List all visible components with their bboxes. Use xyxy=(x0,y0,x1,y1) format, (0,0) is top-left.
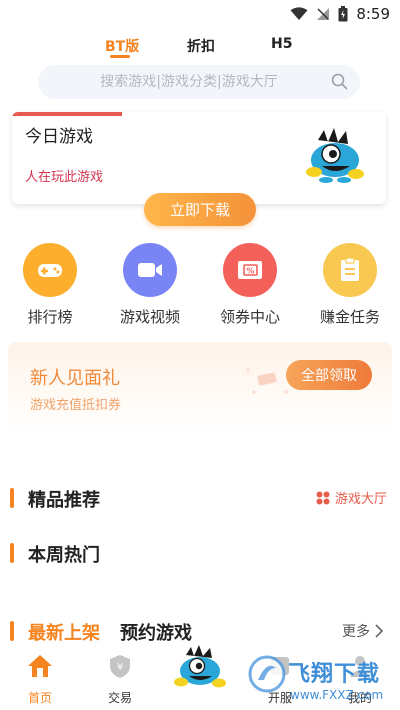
svg-text:%: % xyxy=(246,267,254,276)
tab-reserve-game[interactable]: 预约游戏 xyxy=(120,619,192,645)
svg-text:¥: ¥ xyxy=(117,662,123,673)
section-new-release: 最新上架 预约游戏 xyxy=(10,619,250,645)
search-icon[interactable] xyxy=(331,73,348,90)
mascot-center-icon[interactable] xyxy=(172,645,228,691)
chevron-right-icon xyxy=(375,624,384,638)
wifi-icon xyxy=(290,7,308,20)
more-link[interactable]: 更多 xyxy=(342,621,384,641)
tab-bt[interactable]: BT版 xyxy=(105,36,139,56)
gift-subtitle: 游戏充值抵扣券 xyxy=(30,398,122,413)
quick-item-task[interactable]: 赚金任务 xyxy=(310,243,390,327)
clock: 8:59 xyxy=(356,5,390,23)
watermark-logo-icon xyxy=(248,655,286,693)
tab-discount[interactable]: 折扣 xyxy=(187,36,215,56)
quick-label-coupon: 领券中心 xyxy=(219,308,280,326)
card-subtitle: 人在玩此游戏 xyxy=(25,170,104,185)
video-icon xyxy=(123,243,177,297)
game-hall-label: 游戏大厅 xyxy=(335,492,388,507)
today-game-card[interactable]: 今日游戏 人在玩此游戏 xyxy=(12,112,386,204)
game-hall-link[interactable]: 游戏大厅 xyxy=(316,488,387,507)
card-title: 今日游戏 xyxy=(25,127,93,147)
section-title-weekly-hot: 本周热门 xyxy=(28,545,100,566)
section-marker xyxy=(10,621,14,641)
section-featured: 精品推荐 xyxy=(10,486,210,511)
download-now-button[interactable]: 立即下载 xyxy=(144,193,256,226)
active-tab-indicator xyxy=(110,55,130,58)
gift-title: 新人见面礼 xyxy=(30,368,120,389)
top-tabs: BT版 折扣 H5 xyxy=(0,30,400,58)
grid-icon xyxy=(316,491,330,504)
more-label: 更多 xyxy=(342,624,370,640)
search-box[interactable] xyxy=(38,65,360,99)
quick-item-video[interactable]: 游戏视频 xyxy=(110,243,190,327)
tabbar-trade[interactable]: ¥ 交易 xyxy=(90,653,150,706)
quick-label-video: 游戏视频 xyxy=(119,308,180,326)
quick-label-ranking: 排行榜 xyxy=(27,308,73,326)
clipboard-icon xyxy=(323,243,377,297)
tab-h5[interactable]: H5 xyxy=(271,36,292,52)
coupon-icon: % xyxy=(223,243,277,297)
watermark: 飞翔下载 www.FXXZ.com xyxy=(248,650,398,710)
gamepad-icon xyxy=(23,243,77,297)
tabbar-home[interactable]: 首页 xyxy=(10,653,70,706)
watermark-url: www.FXXZ.com xyxy=(290,688,384,702)
tab-new-release[interactable]: 最新上架 xyxy=(28,619,100,645)
watermark-text: 飞翔下载 xyxy=(288,662,381,687)
trade-shield-icon: ¥ xyxy=(110,655,130,678)
quick-item-coupon[interactable]: % 领券中心 xyxy=(210,243,290,327)
battery-icon xyxy=(338,6,348,22)
newcomer-gift-banner[interactable]: 新人见面礼 游戏充值抵扣券 全部领取 xyxy=(8,342,392,434)
home-icon xyxy=(28,655,52,677)
section-weekly-hot: 本周热门 xyxy=(10,541,210,566)
tabbar-trade-label: 交易 xyxy=(107,691,132,705)
section-marker xyxy=(10,543,14,563)
quick-actions: 排行榜 游戏视频 % 领券中心 赚金任务 xyxy=(0,243,400,328)
card-accent-bar xyxy=(12,112,122,116)
quick-label-task: 赚金任务 xyxy=(319,308,380,326)
no-signal-icon xyxy=(317,8,330,20)
claim-all-button[interactable]: 全部领取 xyxy=(286,360,372,390)
section-marker xyxy=(10,488,14,508)
section-title-featured: 精品推荐 xyxy=(28,490,100,511)
status-bar: 8:59 xyxy=(0,0,400,28)
tabbar-home-label: 首页 xyxy=(27,691,52,705)
search-input[interactable] xyxy=(38,65,360,99)
mascot-icon xyxy=(306,128,364,183)
quick-item-ranking[interactable]: 排行榜 xyxy=(10,243,90,327)
